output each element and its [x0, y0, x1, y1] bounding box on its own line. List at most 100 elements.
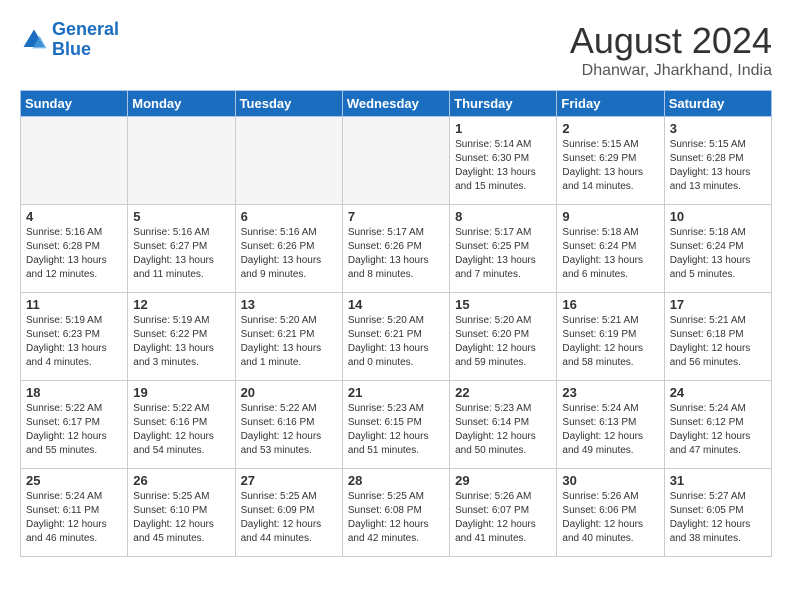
- header-cell-saturday: Saturday: [664, 91, 771, 117]
- day-number: 23: [562, 385, 658, 400]
- day-info: Sunrise: 5:15 AM Sunset: 6:28 PM Dayligh…: [670, 138, 766, 194]
- day-number: 7: [348, 209, 444, 224]
- day-cell: 2Sunrise: 5:15 AM Sunset: 6:29 PM Daylig…: [557, 117, 664, 205]
- day-cell: 22 Sunrise: 5:23 AM Sunset: 6:14 PM Dayli…: [450, 381, 557, 469]
- day-cell: 3 Sunrise: 5:15 AM Sunset: 6:28 PM Daylig…: [664, 117, 771, 205]
- calendar-title: August 2024: [570, 20, 772, 62]
- day-number: 20: [241, 385, 337, 400]
- day-info: Sunrise: 5:24 AM Sunset: 6:12 PM Dayligh…: [670, 402, 766, 458]
- day-cell: 11 Sunrise: 5:19 AM Sunset: 6:23 PM Dayli…: [21, 293, 128, 381]
- day-number: 18: [26, 385, 122, 400]
- day-cell: 20 Sunrise: 5:22 AM Sunset: 6:16 PM Dayli…: [235, 381, 342, 469]
- day-cell: 9Sunrise: 5:18 AM Sunset: 6:24 PM Daylig…: [557, 205, 664, 293]
- day-info: Sunrise: 5:17 AM Sunset: 6:26 PM Dayligh…: [348, 226, 444, 282]
- day-cell: 4 Sunrise: 5:16 AM Sunset: 6:28 PM Daylig…: [21, 205, 128, 293]
- day-info: Sunrise: 5:22 AM Sunset: 6:16 PM Dayligh…: [133, 402, 229, 458]
- calendar-table: SundayMondayTuesdayWednesdayThursdayFrid…: [20, 90, 772, 557]
- day-number: 10: [670, 209, 766, 224]
- day-info: Sunrise: 5:21 AM Sunset: 6:19 PM Dayligh…: [562, 314, 658, 370]
- day-number: 6: [241, 209, 337, 224]
- day-cell: 12Sunrise: 5:19 AM Sunset: 6:22 PM Dayli…: [128, 293, 235, 381]
- day-cell: 17 Sunrise: 5:21 AM Sunset: 6:18 PM Dayli…: [664, 293, 771, 381]
- day-cell: 8Sunrise: 5:17 AM Sunset: 6:25 PM Daylig…: [450, 205, 557, 293]
- day-number: 13: [241, 297, 337, 312]
- day-cell: 29Sunrise: 5:26 AM Sunset: 6:07 PM Dayli…: [450, 469, 557, 557]
- calendar-subtitle: Dhanwar, Jharkhand, India: [570, 62, 772, 80]
- day-cell: [21, 117, 128, 205]
- day-number: 26: [133, 473, 229, 488]
- day-number: 12: [133, 297, 229, 312]
- day-number: 17: [670, 297, 766, 312]
- header-cell-friday: Friday: [557, 91, 664, 117]
- day-number: 29: [455, 473, 551, 488]
- page-header: General Blue August 2024 Dhanwar, Jharkh…: [20, 20, 772, 80]
- day-number: 22: [455, 385, 551, 400]
- day-info: Sunrise: 5:20 AM Sunset: 6:20 PM Dayligh…: [455, 314, 551, 370]
- day-info: Sunrise: 5:16 AM Sunset: 6:28 PM Dayligh…: [26, 226, 122, 282]
- day-info: Sunrise: 5:25 AM Sunset: 6:09 PM Dayligh…: [241, 490, 337, 546]
- day-number: 19: [133, 385, 229, 400]
- day-info: Sunrise: 5:16 AM Sunset: 6:26 PM Dayligh…: [241, 226, 337, 282]
- day-info: Sunrise: 5:24 AM Sunset: 6:13 PM Dayligh…: [562, 402, 658, 458]
- day-info: Sunrise: 5:23 AM Sunset: 6:14 PM Dayligh…: [455, 402, 551, 458]
- day-info: Sunrise: 5:27 AM Sunset: 6:05 PM Dayligh…: [670, 490, 766, 546]
- day-cell: 21 Sunrise: 5:23 AM Sunset: 6:15 PM Dayli…: [342, 381, 449, 469]
- week-row-1: 1 Sunrise: 5:14 AM Sunset: 6:30 PM Daylig…: [21, 117, 772, 205]
- header-cell-thursday: Thursday: [450, 91, 557, 117]
- day-cell: 23 Sunrise: 5:24 AM Sunset: 6:13 PM Dayli…: [557, 381, 664, 469]
- day-cell: 31 Sunrise: 5:27 AM Sunset: 6:05 PM Dayli…: [664, 469, 771, 557]
- day-info: Sunrise: 5:26 AM Sunset: 6:06 PM Dayligh…: [562, 490, 658, 546]
- day-number: 4: [26, 209, 122, 224]
- day-info: Sunrise: 5:16 AM Sunset: 6:27 PM Dayligh…: [133, 226, 229, 282]
- week-row-3: 11 Sunrise: 5:19 AM Sunset: 6:23 PM Dayli…: [21, 293, 772, 381]
- day-number: 9: [562, 209, 658, 224]
- day-cell: 27 Sunrise: 5:25 AM Sunset: 6:09 PM Dayli…: [235, 469, 342, 557]
- calendar-body: 1 Sunrise: 5:14 AM Sunset: 6:30 PM Daylig…: [21, 117, 772, 557]
- day-number: 5: [133, 209, 229, 224]
- day-cell: 19 Sunrise: 5:22 AM Sunset: 6:16 PM Dayli…: [128, 381, 235, 469]
- day-cell: 18 Sunrise: 5:22 AM Sunset: 6:17 PM Dayli…: [21, 381, 128, 469]
- day-cell: 15Sunrise: 5:20 AM Sunset: 6:20 PM Dayli…: [450, 293, 557, 381]
- day-number: 25: [26, 473, 122, 488]
- day-number: 16: [562, 297, 658, 312]
- day-info: Sunrise: 5:22 AM Sunset: 6:17 PM Dayligh…: [26, 402, 122, 458]
- day-info: Sunrise: 5:18 AM Sunset: 6:24 PM Dayligh…: [670, 226, 766, 282]
- day-cell: 10 Sunrise: 5:18 AM Sunset: 6:24 PM Dayli…: [664, 205, 771, 293]
- day-number: 24: [670, 385, 766, 400]
- day-info: Sunrise: 5:25 AM Sunset: 6:10 PM Dayligh…: [133, 490, 229, 546]
- day-info: Sunrise: 5:14 AM Sunset: 6:30 PM Dayligh…: [455, 138, 551, 194]
- week-row-5: 25 Sunrise: 5:24 AM Sunset: 6:11 PM Dayli…: [21, 469, 772, 557]
- day-info: Sunrise: 5:20 AM Sunset: 6:21 PM Dayligh…: [241, 314, 337, 370]
- day-cell: 25 Sunrise: 5:24 AM Sunset: 6:11 PM Dayli…: [21, 469, 128, 557]
- day-info: Sunrise: 5:19 AM Sunset: 6:23 PM Dayligh…: [26, 314, 122, 370]
- week-row-2: 4 Sunrise: 5:16 AM Sunset: 6:28 PM Daylig…: [21, 205, 772, 293]
- day-info: Sunrise: 5:25 AM Sunset: 6:08 PM Dayligh…: [348, 490, 444, 546]
- day-number: 11: [26, 297, 122, 312]
- day-number: 3: [670, 121, 766, 136]
- day-cell: 16 Sunrise: 5:21 AM Sunset: 6:19 PM Dayli…: [557, 293, 664, 381]
- title-block: August 2024 Dhanwar, Jharkhand, India: [570, 20, 772, 80]
- day-cell: 14Sunrise: 5:20 AM Sunset: 6:21 PM Dayli…: [342, 293, 449, 381]
- day-number: 14: [348, 297, 444, 312]
- day-info: Sunrise: 5:15 AM Sunset: 6:29 PM Dayligh…: [562, 138, 658, 194]
- day-info: Sunrise: 5:22 AM Sunset: 6:16 PM Dayligh…: [241, 402, 337, 458]
- day-cell: [128, 117, 235, 205]
- day-cell: 13 Sunrise: 5:20 AM Sunset: 6:21 PM Dayli…: [235, 293, 342, 381]
- day-cell: 30 Sunrise: 5:26 AM Sunset: 6:06 PM Dayli…: [557, 469, 664, 557]
- day-info: Sunrise: 5:23 AM Sunset: 6:15 PM Dayligh…: [348, 402, 444, 458]
- day-cell: [342, 117, 449, 205]
- day-cell: 24 Sunrise: 5:24 AM Sunset: 6:12 PM Dayli…: [664, 381, 771, 469]
- day-number: 21: [348, 385, 444, 400]
- day-number: 30: [562, 473, 658, 488]
- day-info: Sunrise: 5:21 AM Sunset: 6:18 PM Dayligh…: [670, 314, 766, 370]
- day-cell: [235, 117, 342, 205]
- header-row: SundayMondayTuesdayWednesdayThursdayFrid…: [21, 91, 772, 117]
- logo-line2: Blue: [52, 39, 91, 59]
- logo-text: General Blue: [52, 20, 119, 60]
- day-number: 31: [670, 473, 766, 488]
- day-cell: 1 Sunrise: 5:14 AM Sunset: 6:30 PM Daylig…: [450, 117, 557, 205]
- day-number: 27: [241, 473, 337, 488]
- logo-line1: General: [52, 19, 119, 39]
- day-number: 1: [455, 121, 551, 136]
- day-info: Sunrise: 5:24 AM Sunset: 6:11 PM Dayligh…: [26, 490, 122, 546]
